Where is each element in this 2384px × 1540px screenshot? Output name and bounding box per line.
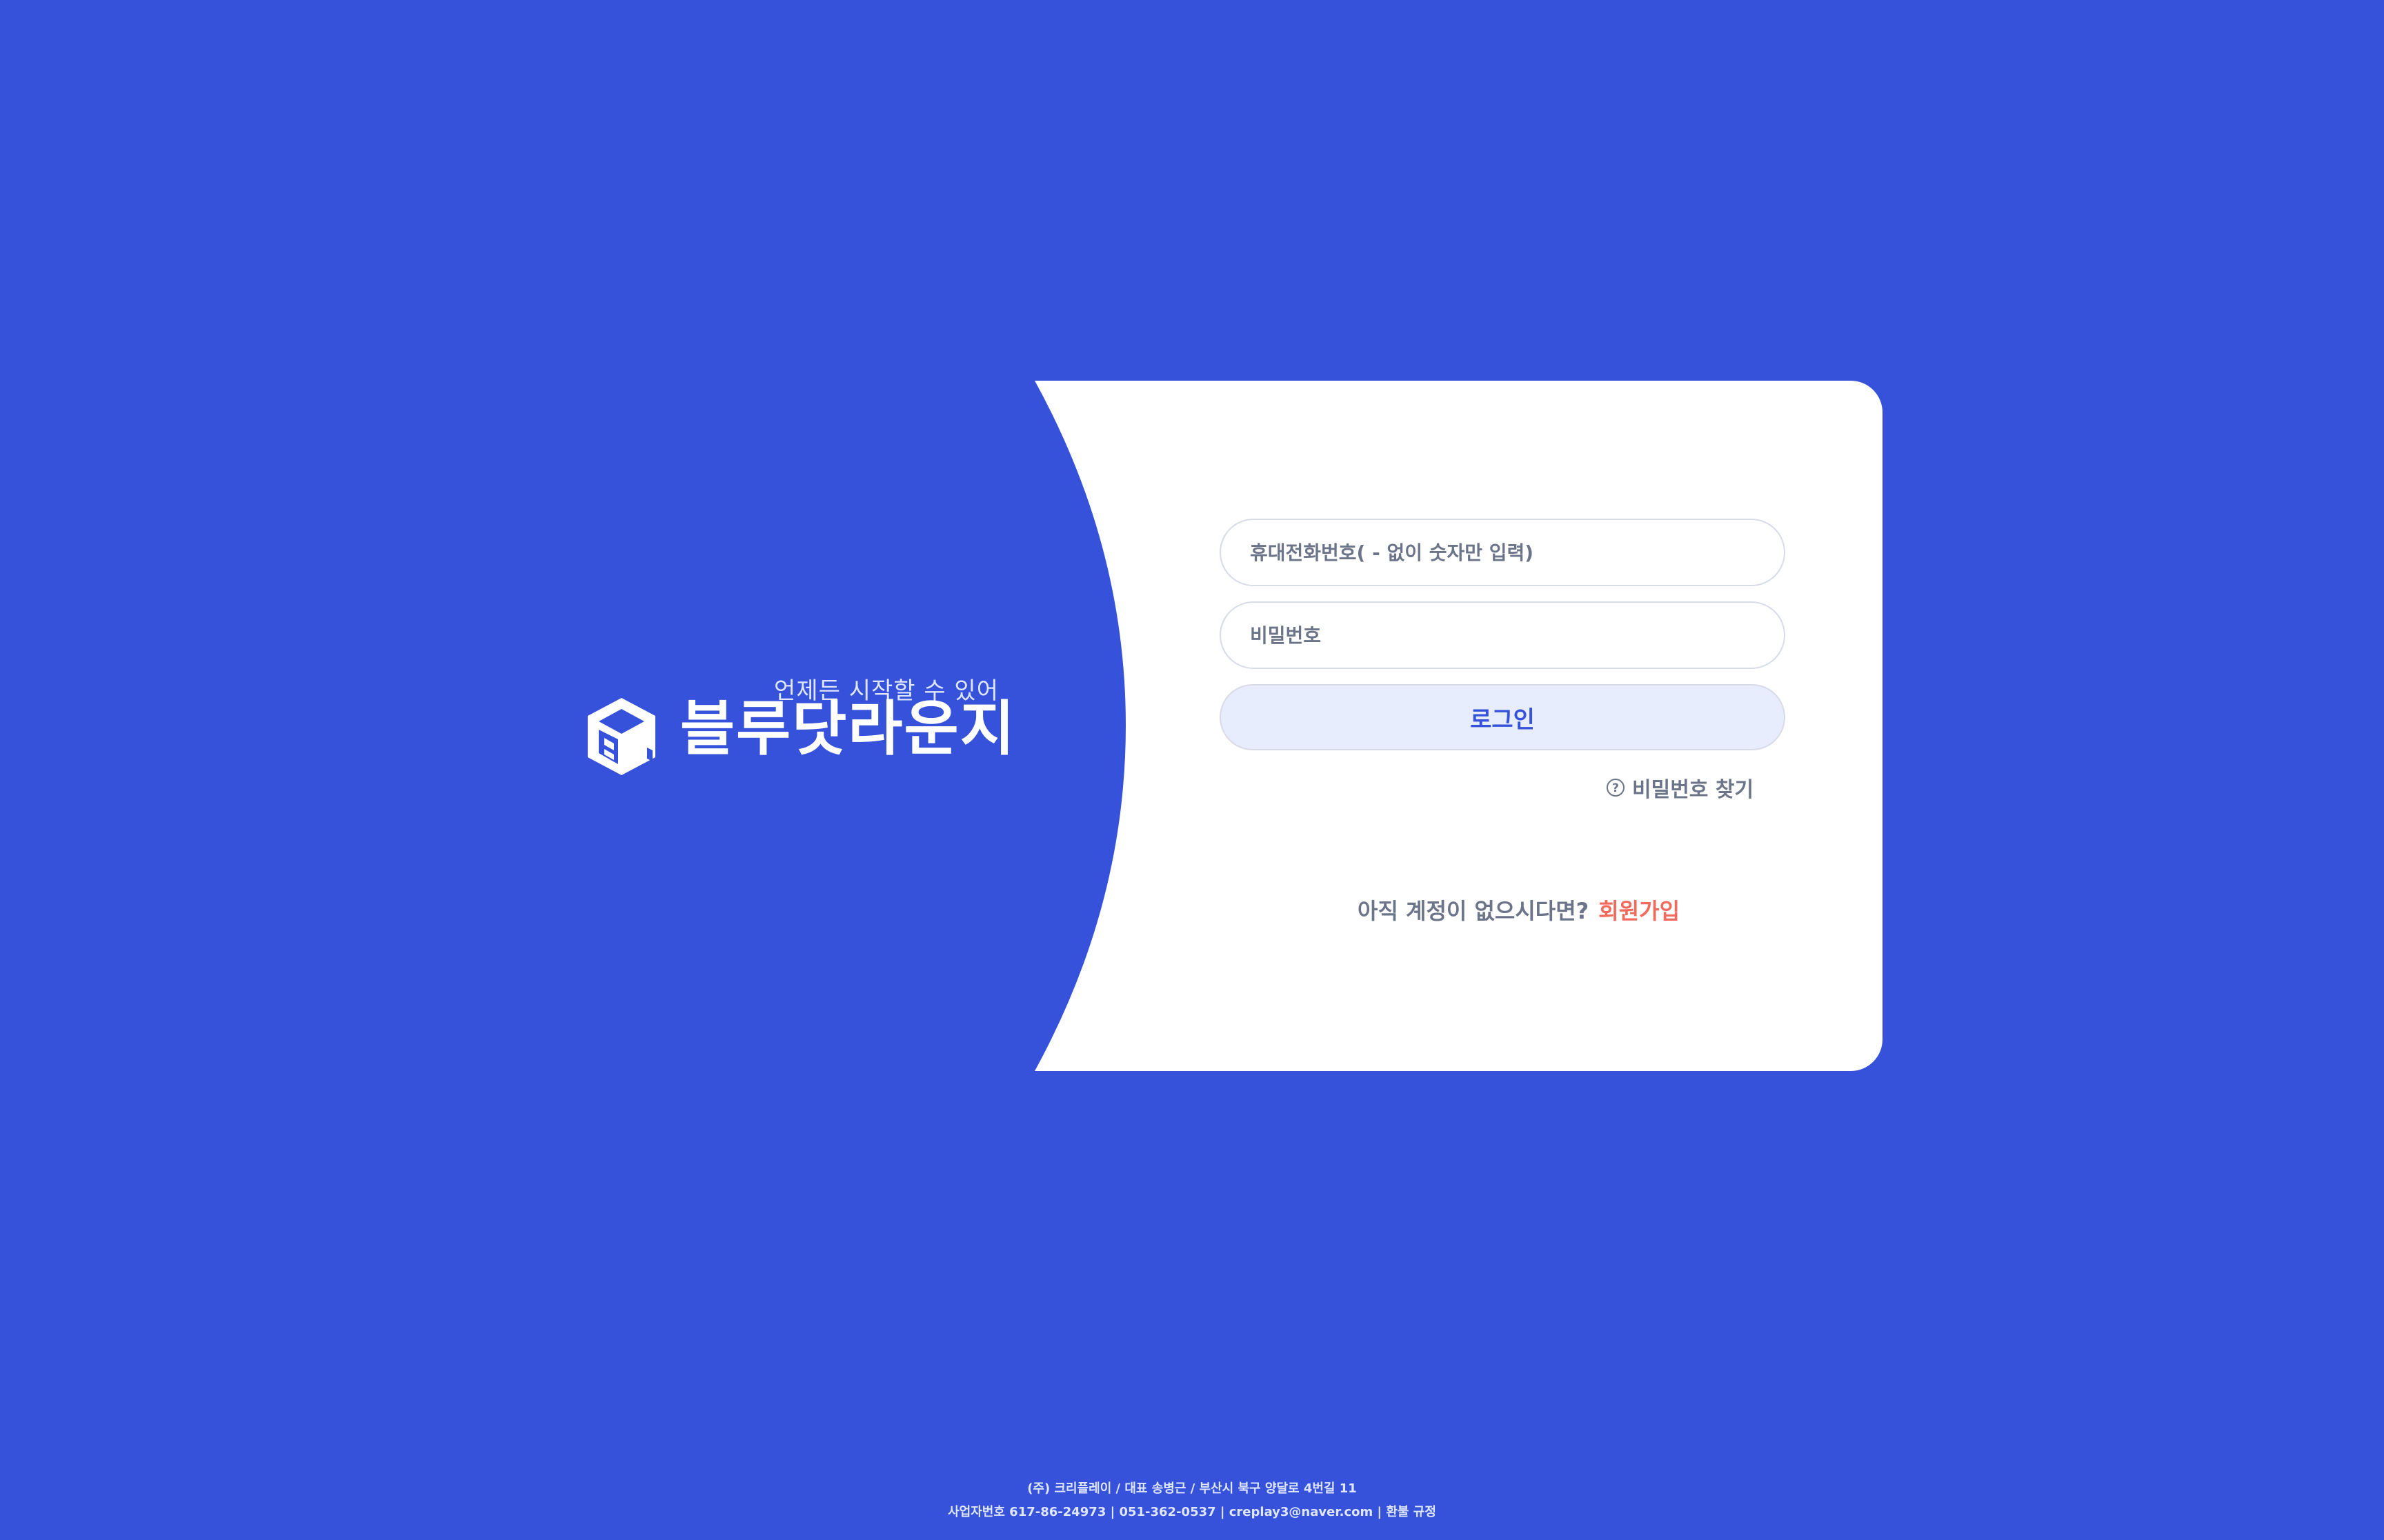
password-input[interactable] bbox=[1249, 623, 1784, 648]
signup-prompt: 아직 계정이 없으시다면? 회원가입 bbox=[1358, 894, 1680, 926]
phone-input[interactable] bbox=[1249, 540, 1784, 565]
brand-name: 블루닷라운지 bbox=[680, 694, 1016, 763]
question-circle-icon: ? bbox=[1607, 779, 1625, 797]
find-password-label: 비밀번호 찾기 bbox=[1632, 778, 1754, 802]
password-field[interactable] bbox=[1220, 601, 1785, 669]
footer-company-line: (주) 크리플레이 / 대표 송병근 / 부산시 북구 양달로 4번길 11 bbox=[1027, 1481, 1357, 1496]
login-button[interactable]: 로그인 bbox=[1220, 684, 1785, 750]
find-password-link[interactable]: ? 비밀번호 찾기 bbox=[1606, 772, 1754, 803]
signup-prompt-text: 아직 계정이 없으시다면? bbox=[1358, 898, 1589, 924]
login-page: 언제든 시작할 수 있어 블루닷라운지 로그인 ? 비밀번호 찾기 아직 계정이… bbox=[0, 0, 2384, 1540]
bluedot-cube-logo-icon bbox=[588, 698, 655, 775]
footer: (주) 크리플레이 / 대표 송병근 / 부산시 북구 양달로 4번길 11 사… bbox=[0, 1477, 2384, 1524]
footer-business-line: 사업자번호 617-86-24973 | 051-362-0537 | crep… bbox=[948, 1505, 1436, 1519]
signup-link[interactable]: 회원가입 bbox=[1598, 894, 1680, 926]
brand-block: 언제든 시작할 수 있어 블루닷라운지 bbox=[584, 668, 1015, 778]
svg-text:?: ? bbox=[1612, 781, 1619, 795]
login-form: 로그인 bbox=[1220, 519, 1785, 750]
phone-field[interactable] bbox=[1220, 519, 1785, 586]
